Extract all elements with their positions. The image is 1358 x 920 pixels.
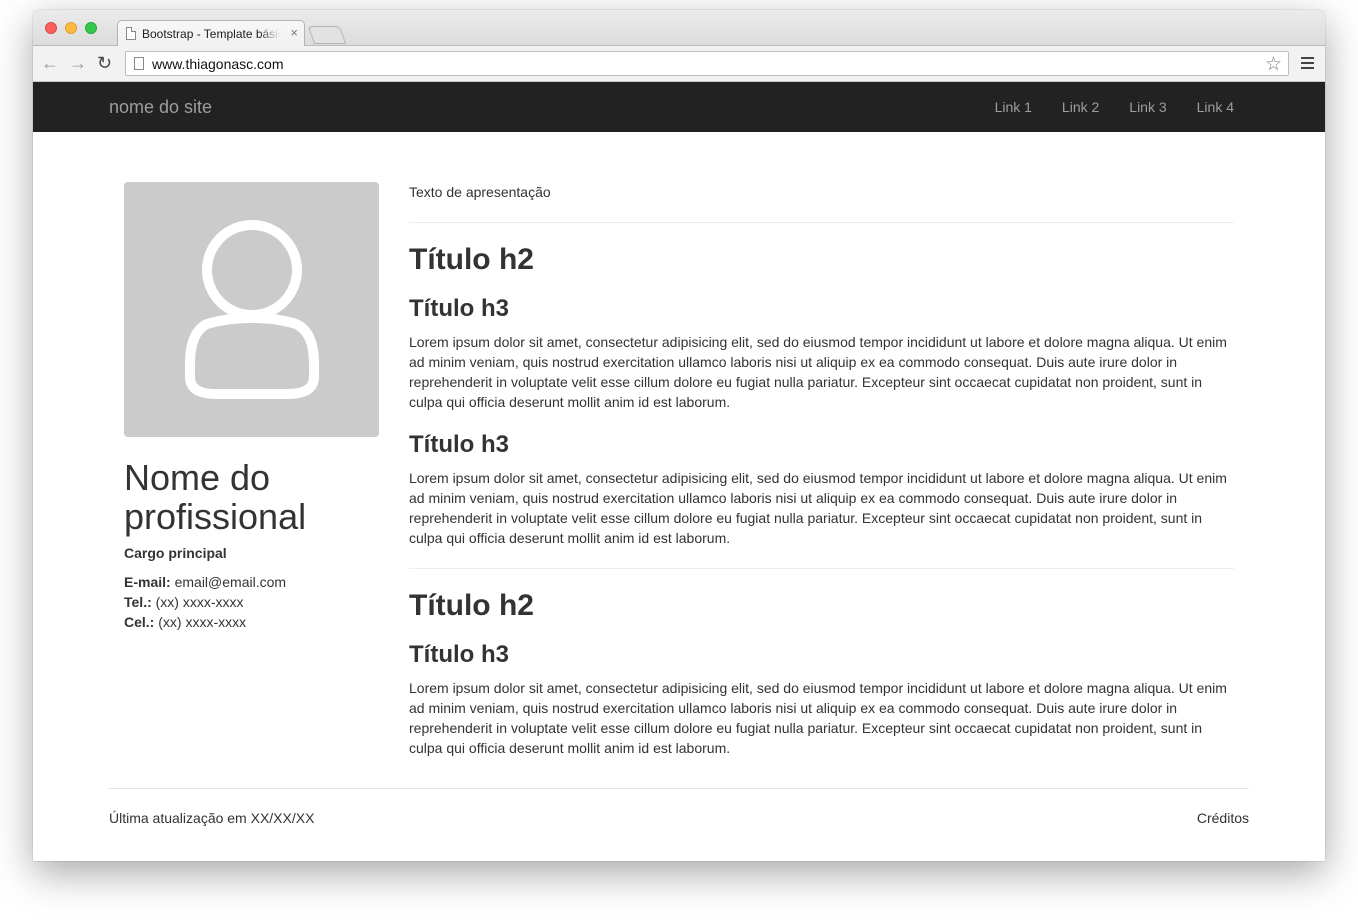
nav-link-4[interactable]: Link 4	[1182, 82, 1249, 132]
new-tab-button[interactable]	[307, 26, 347, 44]
section-heading: Título h2	[409, 243, 534, 276]
cel-value: (xx) xxxx-xxxx	[158, 614, 247, 630]
tel-value: (xx) xxxx-xxxx	[155, 594, 244, 610]
close-window-button[interactable]	[45, 22, 57, 34]
profile-role: Cargo principal	[124, 545, 227, 561]
paragraph: Lorem ipsum dolor sit amet, consectetur …	[409, 334, 1227, 410]
address-bar[interactable]: www.thiagonasc.com ☆	[125, 51, 1289, 76]
page-icon	[126, 27, 136, 40]
contact-email: E-mail: email@email.com	[124, 572, 286, 592]
reload-icon[interactable]: ↻	[97, 53, 112, 73]
page-icon	[134, 57, 144, 70]
paragraph: Lorem ipsum dolor sit amet, consectetur …	[409, 470, 1227, 546]
contact-info: E-mail: email@email.com Tel.: (xx) xxxx-…	[124, 572, 286, 632]
main-content: Texto de apresentação Título h2 Título h…	[409, 182, 1234, 758]
profile-avatar	[124, 182, 379, 437]
divider	[409, 222, 1234, 223]
contact-tel: Tel.: (xx) xxxx-xxxx	[124, 592, 286, 612]
tel-label: Tel.:	[124, 594, 152, 610]
subsection-heading: Título h3	[409, 641, 509, 668]
last-updated: Última atualização em XX/XX/XX	[109, 810, 315, 826]
tab-close-icon[interactable]: ×	[290, 25, 298, 40]
hamburger-menu-icon[interactable]	[1301, 57, 1314, 72]
email-label: E-mail:	[124, 574, 171, 590]
forward-arrow-icon[interactable]: →	[69, 53, 87, 73]
subsection-heading: Título h3	[409, 431, 509, 458]
bookmark-star-icon[interactable]: ☆	[1265, 53, 1282, 76]
browser-tab[interactable]: Bootstrap - Template básico ×	[117, 20, 305, 47]
maximize-window-button[interactable]	[85, 22, 97, 34]
subsection-heading: Título h3	[409, 295, 509, 322]
intro-text: Texto de apresentação	[409, 184, 551, 200]
browser-toolbar: ← → ↻ www.thiagonasc.com ☆	[33, 46, 1325, 82]
footer-divider	[109, 788, 1249, 789]
profile-name: Nome do profissional	[124, 457, 307, 537]
divider	[409, 568, 1234, 569]
credits-link[interactable]: Créditos	[1197, 810, 1249, 826]
url-text[interactable]: www.thiagonasc.com	[152, 56, 284, 72]
tab-bar: Bootstrap - Template básico ×	[33, 10, 1325, 47]
section-heading: Título h2	[409, 589, 534, 622]
tab-title: Bootstrap - Template básico	[142, 27, 280, 41]
back-arrow-icon[interactable]: ←	[41, 53, 59, 73]
nav-links: Link 1 Link 2 Link 3 Link 4	[980, 82, 1249, 132]
contact-cel: Cel.: (xx) xxxx-xxxx	[124, 612, 286, 632]
paragraph: Lorem ipsum dolor sit amet, consectetur …	[409, 680, 1227, 756]
nav-link-1[interactable]: Link 1	[980, 82, 1047, 132]
nav-link-2[interactable]: Link 2	[1047, 82, 1114, 132]
nav-link-3[interactable]: Link 3	[1114, 82, 1181, 132]
minimize-window-button[interactable]	[65, 22, 77, 34]
site-navbar: nome do site Link 1 Link 2 Link 3 Link 4	[33, 82, 1325, 132]
cel-label: Cel.:	[124, 614, 155, 630]
site-brand[interactable]: nome do site	[109, 97, 212, 118]
user-icon	[185, 220, 319, 399]
browser-window: Bootstrap - Template básico × ← → ↻ www.…	[33, 10, 1325, 861]
email-value: email@email.com	[174, 574, 287, 590]
